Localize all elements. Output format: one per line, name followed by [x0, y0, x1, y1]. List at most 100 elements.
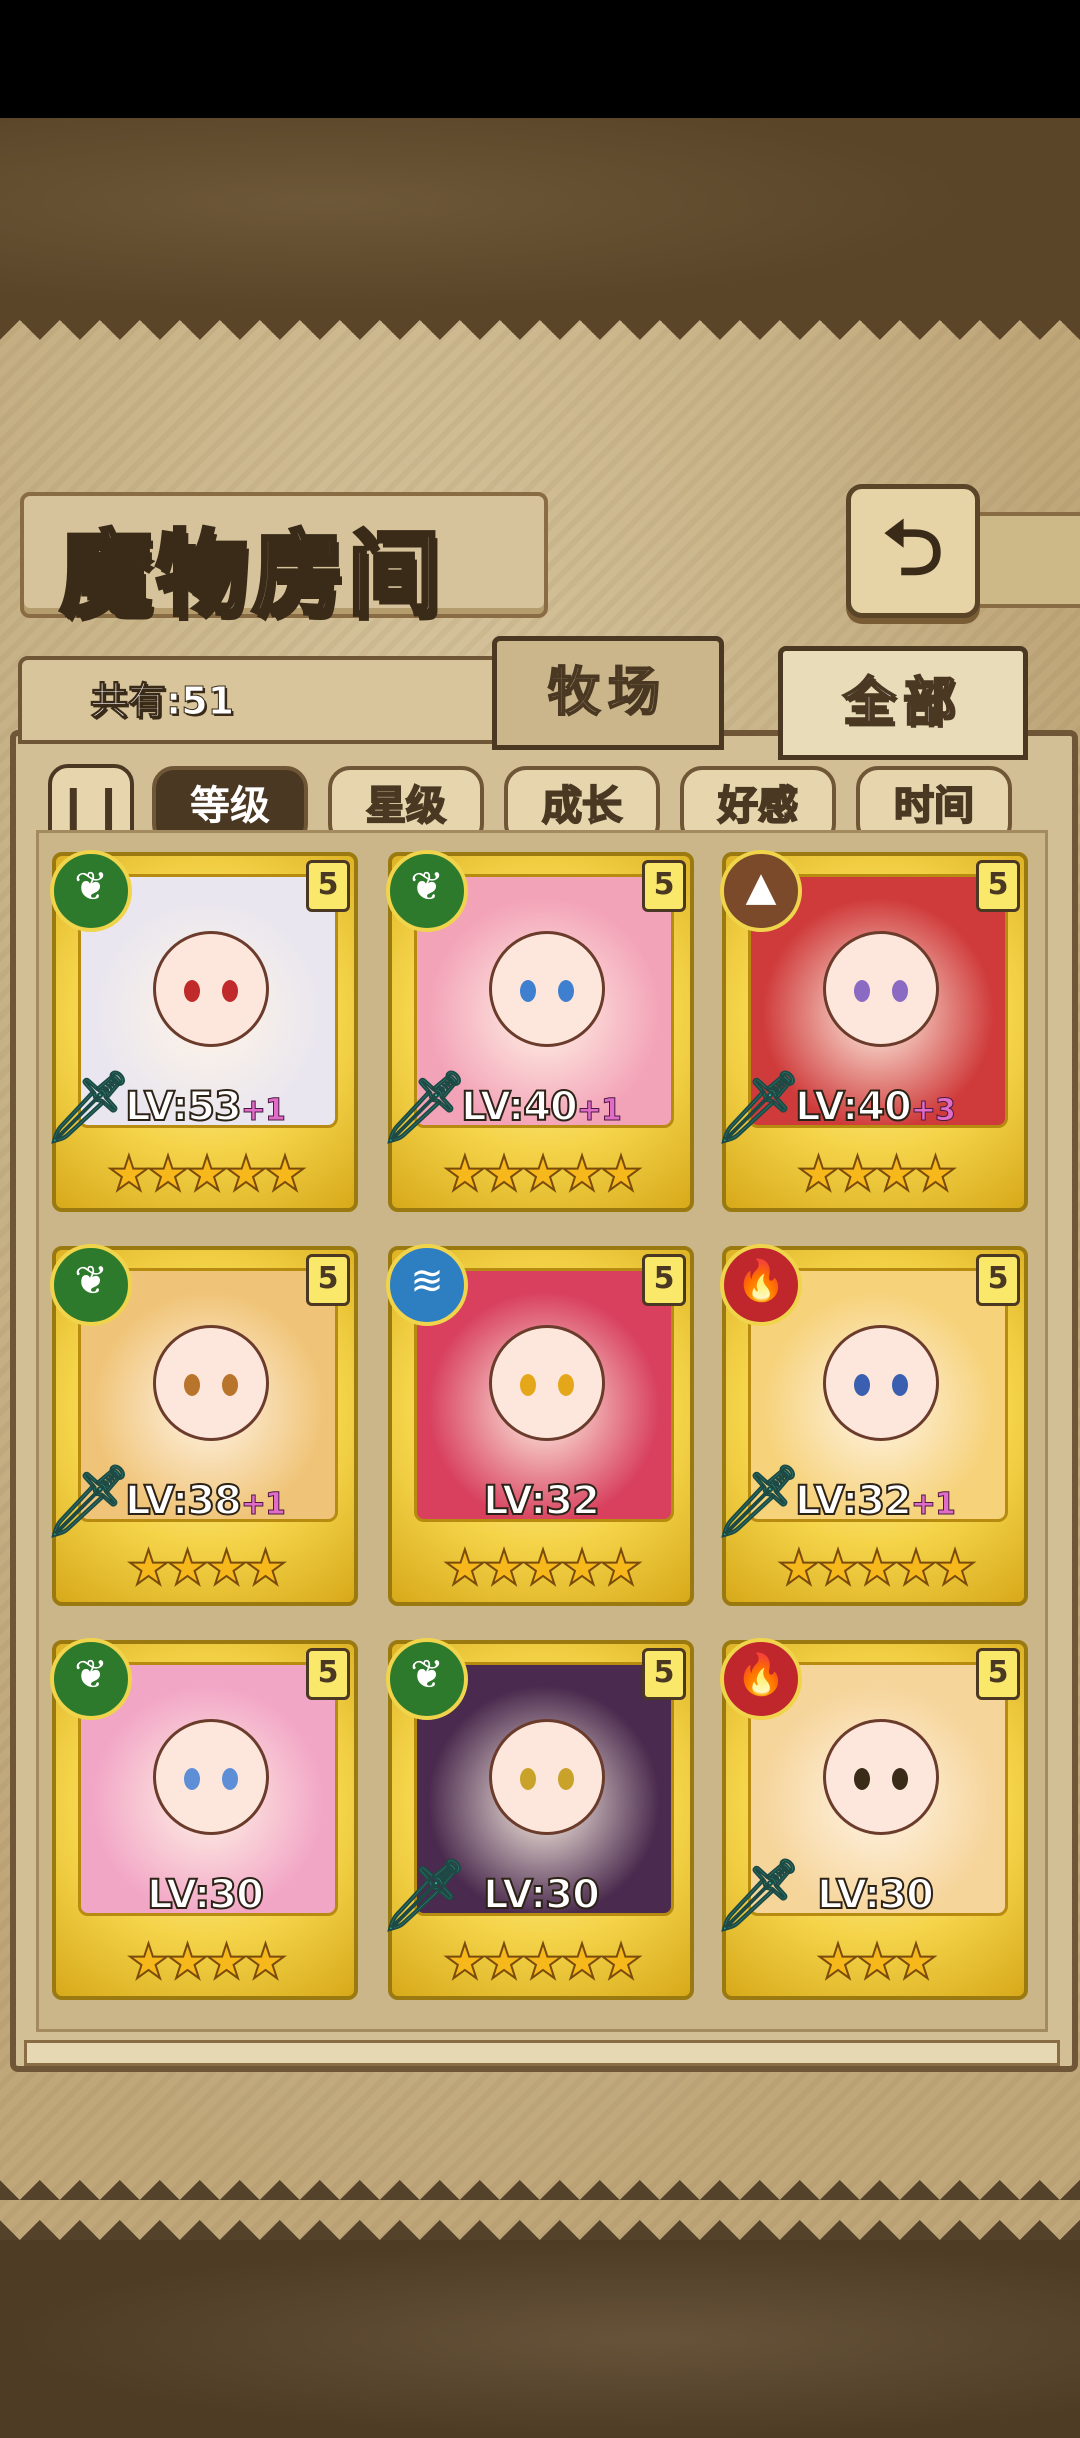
portrait-eye [854, 1374, 870, 1397]
element-badge: ❦ [386, 1638, 468, 1720]
rarity-badge: 5 [642, 860, 686, 912]
monster-level: LV:30 [722, 1871, 1028, 1919]
rarity-badge: 5 [306, 860, 350, 912]
water-wave-icon: ≋ [410, 1258, 444, 1304]
portrait-eye [222, 1374, 238, 1397]
star-rating: ★★★★ [126, 1539, 288, 1597]
level-bonus: +1 [240, 1487, 286, 1523]
portrait-eye [222, 980, 238, 1003]
portrait-face [489, 931, 605, 1048]
star-rating: ★★★★★ [442, 1933, 643, 1991]
mountain-icon: ▲ [745, 864, 777, 910]
portrait-eye [558, 1374, 574, 1397]
monster-level: LV:32+1 [722, 1477, 1028, 1525]
portrait-eye [520, 1768, 536, 1791]
monster-card[interactable]: 🔥 5 🗡 LV:30 ★★★ [713, 1638, 1028, 2000]
monster-card[interactable]: ❦ 5 🗡 LV:53+1 ★★★★★ [43, 850, 358, 1212]
rarity-value: 5 [987, 1655, 1009, 1690]
star-rating: ★★★★ [126, 1933, 288, 1991]
portrait-eye [558, 980, 574, 1003]
level-value: LV:30 [816, 1871, 935, 1919]
rarity-value: 5 [987, 1261, 1009, 1296]
rarity-value: 5 [317, 867, 339, 902]
status-bar [0, 0, 1080, 118]
level-value: LV:32 [482, 1477, 601, 1525]
portrait-eye [184, 980, 200, 1003]
element-badge: ❦ [386, 850, 468, 932]
page-title: 魔物房间 [58, 519, 445, 630]
element-badge: ▲ [720, 850, 802, 932]
star-rating: ★★★★★ [442, 1539, 643, 1597]
portrait-eye [184, 1374, 200, 1397]
rarity-badge: 5 [642, 1254, 686, 1306]
panel-edge-top [0, 320, 1080, 360]
star-rating: ★★★★ [796, 1145, 958, 1203]
portrait-face [823, 931, 939, 1048]
portrait-face [153, 1719, 269, 1836]
tab-all[interactable]: 全部 [778, 646, 1028, 760]
portrait-face [153, 931, 269, 1048]
leaf-icon: ❦ [410, 864, 444, 910]
level-value: LV:32 [794, 1477, 913, 1525]
rarity-value: 5 [317, 1655, 339, 1690]
monster-card[interactable]: ▲ 5 🗡 LV:40+3 ★★★★ [713, 850, 1028, 1212]
rarity-badge: 5 [642, 1648, 686, 1700]
rarity-value: 5 [317, 1261, 339, 1296]
element-badge: 🔥 [720, 1244, 802, 1326]
portrait-eye [558, 1768, 574, 1791]
back-button[interactable]: ⮌ [846, 484, 980, 618]
monster-card[interactable]: ❦ 5 🗡 LV:40+1 ★★★★★ [379, 850, 694, 1212]
monster-level: LV:40+1 [388, 1083, 694, 1131]
monster-level: LV:32 [388, 1477, 694, 1525]
level-bonus: +3 [910, 1093, 956, 1129]
element-badge: ❦ [50, 1244, 132, 1326]
level-value: LV:53 [124, 1083, 243, 1131]
monster-card[interactable]: 🔥 5 🗡 LV:32+1 ★★★★★ [713, 1244, 1028, 1606]
star-rating: ★★★★★ [106, 1145, 307, 1203]
back-ribbon [970, 512, 1080, 608]
monster-level: LV:30 [52, 1871, 358, 1919]
portrait-eye [184, 1768, 200, 1791]
element-badge: ≋ [386, 1244, 468, 1326]
monster-count: 共有:51 [89, 679, 235, 724]
tab-all-label: 全部 [842, 672, 963, 734]
level-value: LV:30 [482, 1871, 601, 1919]
rarity-badge: 5 [976, 1254, 1020, 1306]
level-bonus: +1 [576, 1093, 622, 1129]
level-value: LV:30 [146, 1871, 265, 1919]
monster-card[interactable]: ❦ 5 LV:30 ★★★★ [50, 1638, 358, 2000]
portrait-face [489, 1719, 605, 1836]
portrait-eye [854, 980, 870, 1003]
element-badge: ❦ [50, 850, 132, 932]
portrait-eye [520, 980, 536, 1003]
star-rating: ★★★★★ [776, 1539, 977, 1597]
list-bottom-bar [24, 2040, 1060, 2066]
portrait-eye [892, 980, 908, 1003]
portrait-face [153, 1325, 269, 1442]
map-background-top [0, 118, 1080, 328]
monster-card[interactable]: ❦ 5 🗡 LV:38+1 ★★★★ [43, 1244, 358, 1606]
star-rating: ★★★ [815, 1933, 938, 1991]
leaf-icon: ❦ [74, 1652, 108, 1698]
rarity-value: 5 [653, 867, 675, 902]
monster-card[interactable]: ❦ 5 🗡 LV:30 ★★★★★ [379, 1638, 694, 2000]
portrait-eye [854, 1768, 870, 1791]
level-value: LV:40 [460, 1083, 579, 1131]
star-rating: ★★★★★ [442, 1145, 643, 1203]
rarity-badge: 5 [306, 1648, 350, 1700]
flame-icon: 🔥 [736, 1652, 786, 1698]
rarity-value: 5 [653, 1261, 675, 1296]
monster-card[interactable]: ≋ 5 LV:32 ★★★★★ [386, 1244, 694, 1606]
monster-level: LV:30 [388, 1871, 694, 1919]
rarity-badge: 5 [976, 1648, 1020, 1700]
rarity-value: 5 [987, 867, 1009, 902]
portrait-face [489, 1325, 605, 1442]
leaf-icon: ❦ [410, 1652, 444, 1698]
level-bonus: +1 [910, 1487, 956, 1523]
element-badge: 🔥 [720, 1638, 802, 1720]
leaf-icon: ❦ [74, 864, 108, 910]
monster-level: LV:40+3 [722, 1083, 1028, 1131]
level-bonus: +1 [240, 1093, 286, 1129]
tab-ranch[interactable]: 牧场 [492, 636, 724, 750]
portrait-face [823, 1719, 939, 1836]
